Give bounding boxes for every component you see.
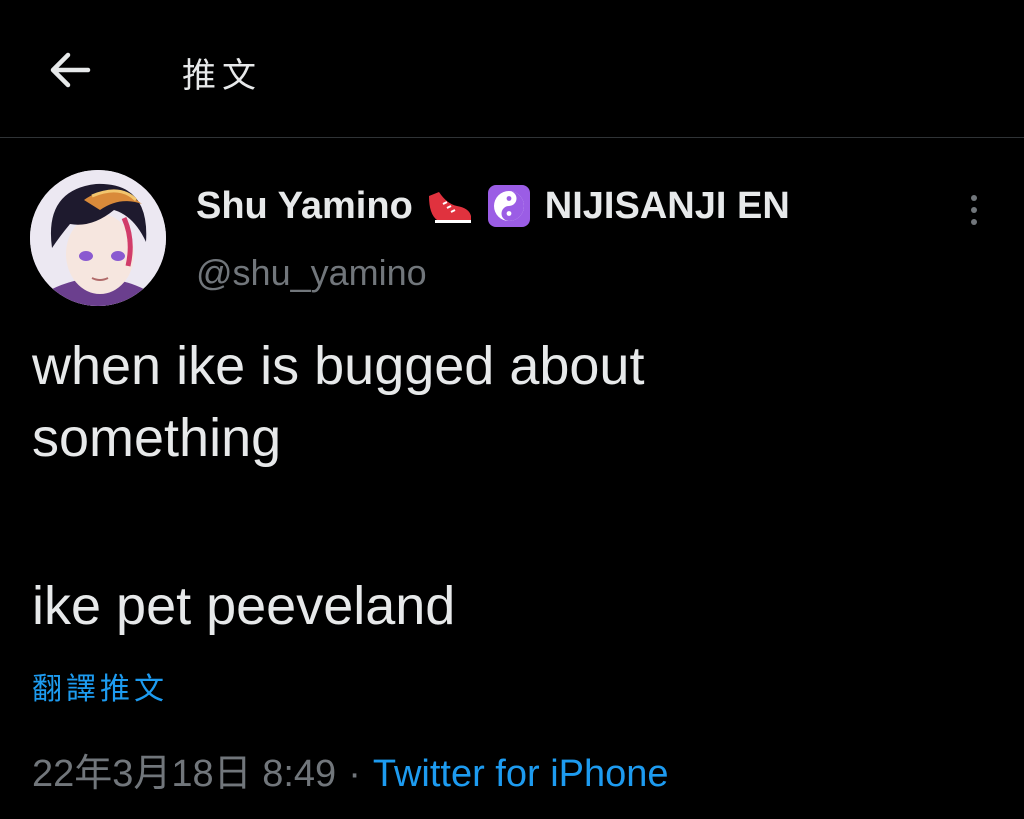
yin-yang-icon	[487, 184, 531, 228]
tweet-source-link[interactable]: Twitter for iPhone	[373, 753, 669, 795]
tweet-text-line: when ike is bugged about	[32, 336, 645, 396]
dot-icon	[971, 219, 977, 225]
sneaker-icon	[425, 186, 475, 226]
dot-icon	[971, 207, 977, 213]
top-bar: 推文	[0, 0, 1024, 138]
author-org: NIJISANJI EN	[544, 184, 790, 227]
avatar[interactable]	[30, 170, 166, 306]
translate-tweet-link[interactable]: 翻譯推文	[32, 664, 168, 708]
author-display-name: Shu Yamino	[196, 184, 413, 227]
arrow-left-icon	[50, 52, 91, 88]
tweet-meta: 22年3月18日 8:49 · Twitter for iPhone	[32, 742, 669, 797]
tweet-text-line: something	[32, 408, 282, 468]
tweet-text: when ike is bugged about something ike p…	[32, 330, 932, 642]
page-title: 推文	[182, 56, 262, 96]
author-handle[interactable]: @shu_yamino	[196, 252, 427, 294]
tweet-text-line: ike pet peeveland	[32, 576, 456, 636]
tweet-timestamp[interactable]: 22年3月18日 8:49	[32, 753, 336, 795]
author-name-row[interactable]: Shu Yamino NIJISANJI EN	[196, 184, 790, 228]
back-button[interactable]	[38, 42, 102, 98]
meta-separator: ·	[348, 753, 361, 795]
dot-icon	[971, 195, 977, 201]
more-options-button[interactable]	[956, 188, 992, 232]
